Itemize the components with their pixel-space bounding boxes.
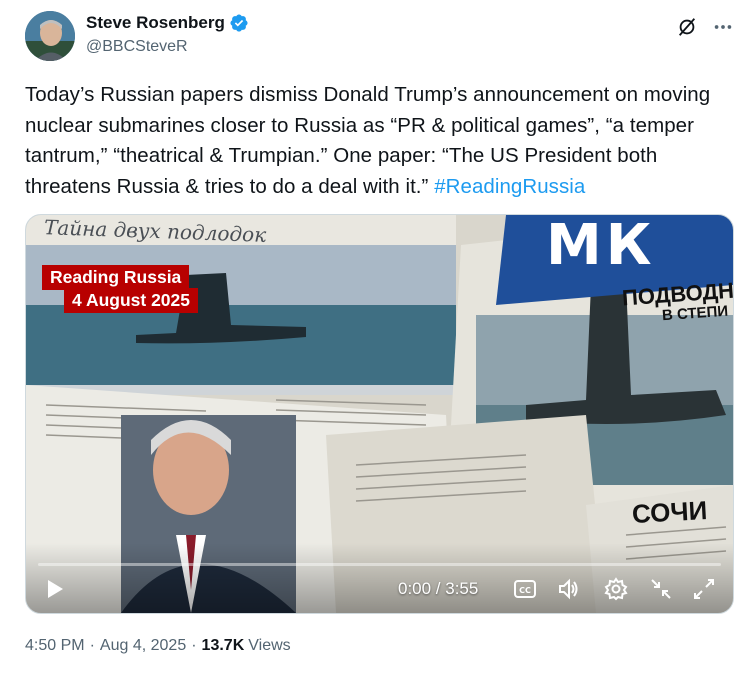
video-controls: 0:00 / 3:55 CC <box>26 543 733 613</box>
play-icon[interactable] <box>42 577 66 601</box>
avatar[interactable] <box>25 11 75 61</box>
hashtag-link[interactable]: #ReadingRussia <box>434 175 585 198</box>
overlay-date: 4 August 2025 <box>64 288 199 313</box>
post-time[interactable]: 4:50 PM <box>25 637 85 655</box>
handle[interactable]: @BBCSteveR <box>86 38 188 56</box>
fullscreen-icon[interactable] <box>692 577 716 601</box>
tweet-text: Today’s Russian papers dismiss Donald Tr… <box>25 80 737 202</box>
video-time: 0:00 / 3:55 <box>398 579 479 598</box>
minimize-icon[interactable] <box>649 577 673 601</box>
views-count[interactable]: 13.7K <box>202 637 245 655</box>
settings-icon[interactable] <box>604 577 628 601</box>
captions-icon[interactable]: CC <box>513 577 537 601</box>
top-icons <box>675 15 735 39</box>
tweet-footer: 4:50 PM · Aug 4, 2025 · 13.7K Views <box>25 637 291 655</box>
tweet-header: Steve Rosenberg @BBCSteveR <box>25 11 735 61</box>
volume-icon[interactable] <box>556 577 580 601</box>
grok-slash-icon[interactable] <box>675 15 699 39</box>
separator: · <box>89 637 95 654</box>
verified-badge-icon <box>229 13 249 33</box>
overlay-title: Reading Russia <box>42 265 190 290</box>
post-date[interactable]: Aug 4, 2025 <box>100 637 186 655</box>
video-player[interactable]: Тайна двух подлодок МК ПОДВОДНЬ В СТЕПИ … <box>25 214 734 614</box>
tweet-body: Today’s Russian papers dismiss Donald Tr… <box>25 83 711 198</box>
name-row: Steve Rosenberg <box>86 13 249 33</box>
mk-masthead: МК <box>546 214 656 278</box>
display-name[interactable]: Steve Rosenberg <box>86 13 225 33</box>
separator: · <box>191 637 197 654</box>
progress-bar[interactable] <box>38 563 721 566</box>
sochi-text: СОЧИ <box>631 495 709 529</box>
views-label: Views <box>248 637 291 654</box>
more-options-icon[interactable] <box>711 15 735 39</box>
captions-label: CC <box>519 586 531 595</box>
